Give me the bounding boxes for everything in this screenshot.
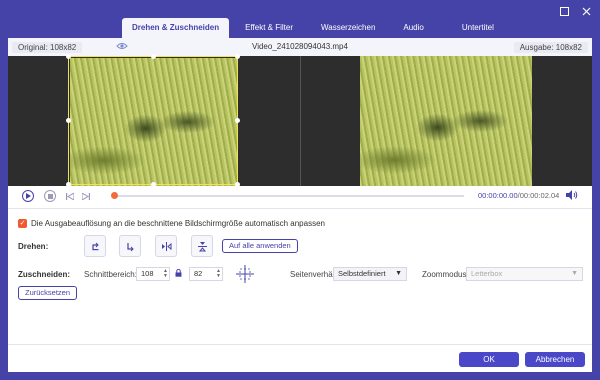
source-preview (8, 54, 300, 187)
auto-fit-row: ✓ Die Ausgabeauflösung an die beschnitte… (18, 219, 325, 228)
crop-height-input[interactable]: 82 ▲ ▼ (189, 267, 223, 281)
chevron-down-icon: ▼ (571, 270, 578, 277)
crop-handle-r[interactable] (235, 118, 240, 123)
height-spinner-icon[interactable]: ▲ ▼ (216, 269, 221, 279)
zoom-mode-select[interactable]: Letterbox ▼ (466, 267, 583, 281)
rotate-left-icon (91, 242, 99, 250)
tab-watermark[interactable]: Wasserzeichen (311, 18, 385, 38)
info-bar: Original: 108x82 Video_241028094043.mp4 … (8, 38, 592, 56)
aspect-ratio-value: Selbstdefiniert (338, 269, 386, 278)
tab-effect-filter[interactable]: Effekt & Filter (235, 18, 303, 38)
crop-handle-t[interactable] (151, 54, 156, 59)
timeline-track[interactable] (112, 195, 464, 197)
window-controls (558, 5, 592, 17)
flip-vertical-button[interactable] (191, 235, 213, 257)
zoom-mode-value: Letterbox (471, 269, 503, 278)
reset-button[interactable]: Zurücksetzen (18, 286, 78, 300)
rotate-label: Drehen: (18, 242, 49, 251)
playhead[interactable] (111, 192, 118, 199)
section-divider (8, 208, 592, 209)
crop-label: Zuschneiden: (18, 270, 71, 279)
flip-vertical-icon (197, 241, 207, 251)
apply-to-all-button[interactable]: Auf alle anwenden (222, 239, 298, 253)
minimize-icon[interactable] (558, 5, 570, 17)
flip-horizontal-icon (161, 241, 171, 251)
play-button[interactable] (22, 190, 34, 202)
zoom-mode-label: Zoommodus: (422, 270, 469, 279)
crop-box[interactable] (66, 54, 240, 187)
aspect-ratio-select[interactable]: Selbstdefiniert ▼ (333, 267, 407, 281)
output-preview (301, 56, 592, 186)
crop-width-value: 108 (141, 269, 154, 278)
crop-area-label: Schnittbereich: (84, 270, 137, 279)
close-icon[interactable] (580, 5, 592, 17)
next-frame-button[interactable] (80, 190, 92, 202)
stop-button[interactable] (44, 190, 56, 202)
editor-panel: Original: 108x82 Video_241028094043.mp4 … (8, 38, 592, 372)
footer-divider (8, 344, 592, 345)
lock-icon[interactable] (175, 268, 182, 279)
crop-handle-l[interactable] (66, 118, 71, 123)
crop-handle-tr[interactable] (235, 54, 240, 59)
volume-icon[interactable] (566, 190, 578, 202)
crop-width-input[interactable]: 108 ▲ ▼ (136, 267, 170, 281)
current-time: 00:00:00.00 (478, 191, 518, 200)
previous-frame-button[interactable] (64, 190, 76, 202)
ok-button[interactable]: OK (459, 352, 519, 367)
crop-height-value: 82 (194, 269, 203, 278)
time-display: 00:00:00.00/00:00:02.04 (478, 191, 559, 200)
auto-fit-label: Die Ausgabeauflösung an die beschnittene… (31, 219, 325, 228)
output-frame (360, 56, 532, 186)
duration: /00:00:02.04 (517, 191, 560, 200)
rotate-right-button[interactable] (119, 235, 141, 257)
tab-rotate-crop[interactable]: Drehen & Zuschneiden (122, 18, 230, 38)
output-resolution: Ausgabe: 108x82 (513, 42, 588, 53)
width-spinner-icon[interactable]: ▲ ▼ (163, 269, 168, 279)
rotate-left-button[interactable] (84, 235, 106, 257)
tab-bar: Drehen & Zuschneiden Effekt & Filter Was… (122, 18, 504, 38)
crop-handle-tl[interactable] (66, 54, 71, 59)
file-name: Video_241028094043.mp4 (252, 42, 348, 51)
rotate-right-icon (126, 242, 134, 251)
tab-audio[interactable]: Audio (393, 18, 433, 38)
flip-horizontal-button[interactable] (155, 235, 177, 257)
dialog-window: Drehen & Zuschneiden Effekt & Filter Was… (0, 0, 600, 380)
auto-fit-checkbox[interactable]: ✓ (18, 219, 27, 228)
center-crop-icon[interactable] (235, 264, 255, 284)
preview-area (8, 54, 592, 187)
tab-subtitle[interactable]: Untertitel (452, 18, 504, 38)
chevron-down-icon: ▼ (395, 270, 402, 277)
cancel-button[interactable]: Abbrechen (525, 352, 585, 367)
playback-bar: 00:00:00.00/00:00:02.04 (8, 186, 592, 206)
